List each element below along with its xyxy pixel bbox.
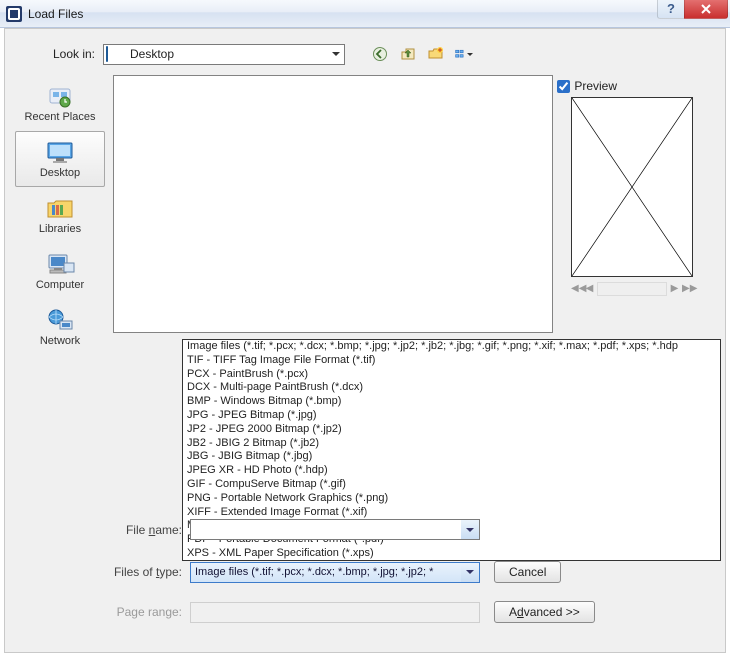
file-type-option[interactable]: JPEG XR - HD Photo (*.hdp)	[183, 464, 720, 478]
cancel-button[interactable]: Cancel	[494, 561, 561, 583]
look-in-value: Desktop	[130, 47, 174, 61]
file-type-option[interactable]: PNG - Portable Network Graphics (*.png)	[183, 492, 720, 506]
preview-nav: ◀◀ ◀ ▶ ▶▶	[571, 281, 693, 297]
advanced-button[interactable]: Advanced >>	[494, 601, 595, 623]
file-type-option[interactable]: JBG - JBIG Bitmap (*.jbg)	[183, 450, 720, 464]
file-type-row: Files of type: Image files (*.tif; *.pcx…	[102, 561, 561, 583]
file-name-label: File name:	[102, 523, 190, 537]
preview-checkbox[interactable]: Preview	[557, 79, 617, 93]
app-icon	[6, 6, 22, 22]
file-type-option[interactable]: XIFF - Extended Image Format (*.xif)	[183, 506, 720, 520]
network-icon	[44, 307, 76, 333]
up-icon[interactable]	[399, 45, 417, 63]
chevron-down-icon	[467, 53, 473, 59]
sidebar-item-network[interactable]: Network	[15, 299, 105, 355]
file-type-combo[interactable]: Image files (*.tif; *.pcx; *.dcx; *.bmp;…	[190, 562, 480, 583]
look-in-combo[interactable]: Desktop	[103, 44, 345, 65]
file-type-option[interactable]: Image files (*.tif; *.pcx; *.dcx; *.bmp;…	[183, 340, 720, 354]
file-type-option[interactable]: JB2 - JBIG 2 Bitmap (*.jb2)	[183, 437, 720, 451]
file-type-option[interactable]: BMP - Windows Bitmap (*.bmp)	[183, 395, 720, 409]
sidebar-item-label: Libraries	[39, 223, 81, 235]
file-type-option[interactable]: JPG - JPEG Bitmap (*.jpg)	[183, 409, 720, 423]
desktop-icon	[44, 139, 76, 165]
look-in-row: Look in: Desktop	[15, 43, 715, 65]
file-name-row: File name:	[102, 519, 480, 540]
file-name-input[interactable]	[190, 519, 480, 540]
preview-label: Preview	[574, 79, 617, 93]
last-page-icon[interactable]: ▶▶	[682, 284, 693, 295]
sidebar-item-desktop[interactable]: Desktop	[15, 131, 105, 187]
page-range-input	[190, 602, 480, 623]
file-type-option[interactable]: XPS - XML Paper Specification (*.xps)	[183, 547, 720, 561]
file-type-option[interactable]: GIF - CompuServe Bitmap (*.gif)	[183, 478, 720, 492]
first-page-icon[interactable]: ◀◀	[571, 284, 582, 295]
chevron-down-icon	[332, 52, 340, 60]
close-icon	[700, 3, 712, 15]
preview-pane	[571, 97, 693, 277]
next-page-icon[interactable]: ▶	[669, 284, 680, 295]
preview-checkbox-input[interactable]	[557, 80, 570, 93]
look-in-toolbar	[371, 45, 473, 63]
file-type-option[interactable]: TIF - TIFF Tag Image File Format (*.tif)	[183, 354, 720, 368]
view-menu-icon[interactable]	[455, 45, 473, 63]
places-sidebar: Recent Places Desktop Libraries Computer…	[15, 75, 105, 618]
sidebar-item-recent-places[interactable]: Recent Places	[15, 75, 105, 131]
new-folder-icon[interactable]	[427, 45, 445, 63]
page-range-row: Page range: Advanced >>	[102, 601, 595, 623]
file-list[interactable]	[113, 75, 553, 333]
preview-scrollbar[interactable]	[597, 282, 667, 296]
sidebar-item-label: Network	[40, 335, 80, 347]
computer-icon	[44, 251, 76, 277]
sidebar-item-label: Desktop	[40, 167, 80, 179]
window-title: Load Files	[28, 7, 83, 21]
sidebar-item-label: Computer	[36, 279, 84, 291]
dialog-body: Look in: Desktop	[4, 28, 726, 653]
help-button[interactable]: ?	[657, 0, 685, 19]
chevron-down-icon[interactable]	[461, 520, 479, 539]
look-in-label: Look in:	[15, 47, 103, 61]
preview-placeholder-icon	[572, 98, 692, 276]
libraries-icon	[44, 195, 76, 221]
titlebar: Load Files ?	[0, 0, 730, 28]
sidebar-item-libraries[interactable]: Libraries	[15, 187, 105, 243]
file-type-option[interactable]: DCX - Multi-page PaintBrush (*.dcx)	[183, 381, 720, 395]
file-type-option[interactable]: JP2 - JPEG 2000 Bitmap (*.jp2)	[183, 423, 720, 437]
back-icon[interactable]	[371, 45, 389, 63]
desktop-icon	[106, 47, 124, 61]
file-type-option[interactable]: PCX - PaintBrush (*.pcx)	[183, 368, 720, 382]
sidebar-item-computer[interactable]: Computer	[15, 243, 105, 299]
chevron-down-icon[interactable]	[461, 563, 479, 582]
page-range-label: Page range:	[102, 605, 190, 619]
file-type-label: Files of type:	[102, 565, 190, 579]
prev-page-icon[interactable]: ◀	[584, 284, 595, 295]
file-type-value: Image files (*.tif; *.pcx; *.dcx; *.bmp;…	[195, 566, 433, 578]
sidebar-item-label: Recent Places	[25, 111, 96, 123]
recent-places-icon	[44, 83, 76, 109]
close-button[interactable]	[684, 0, 728, 19]
